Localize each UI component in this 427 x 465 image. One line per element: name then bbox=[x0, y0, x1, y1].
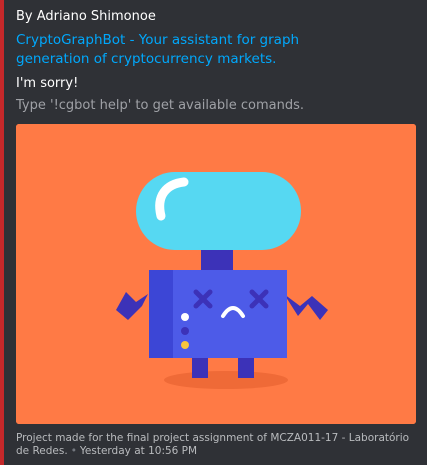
sad-robot-illustration bbox=[16, 124, 416, 424]
robot-right-leg bbox=[238, 358, 254, 378]
embed-image[interactable] bbox=[16, 124, 416, 424]
embed-author: By Adriano Shimonoe bbox=[16, 9, 156, 24]
robot-button-purple bbox=[181, 327, 189, 335]
robot-neck bbox=[201, 250, 233, 270]
embed-title-link[interactable]: CryptoGraphBot - Your assistant for grap… bbox=[16, 31, 366, 69]
robot-shadow bbox=[164, 371, 288, 389]
embed-footer-timestamp: Yesterday at 10:56 PM bbox=[79, 445, 198, 457]
robot-left-leg bbox=[192, 358, 208, 378]
embed-description-title: I'm sorry! bbox=[16, 76, 79, 91]
embed-footer: Project made for the final project assig… bbox=[16, 432, 416, 458]
robot-body-side bbox=[149, 270, 173, 358]
embed-description-hint: Type '!cgbot help' to get available coma… bbox=[16, 98, 305, 113]
robot-button-white bbox=[181, 313, 189, 321]
embed-card: By Adriano Shimonoe CryptoGraphBot - You… bbox=[0, 0, 427, 465]
robot-button-yellow bbox=[181, 341, 189, 349]
embed-footer-separator: • bbox=[70, 445, 77, 457]
